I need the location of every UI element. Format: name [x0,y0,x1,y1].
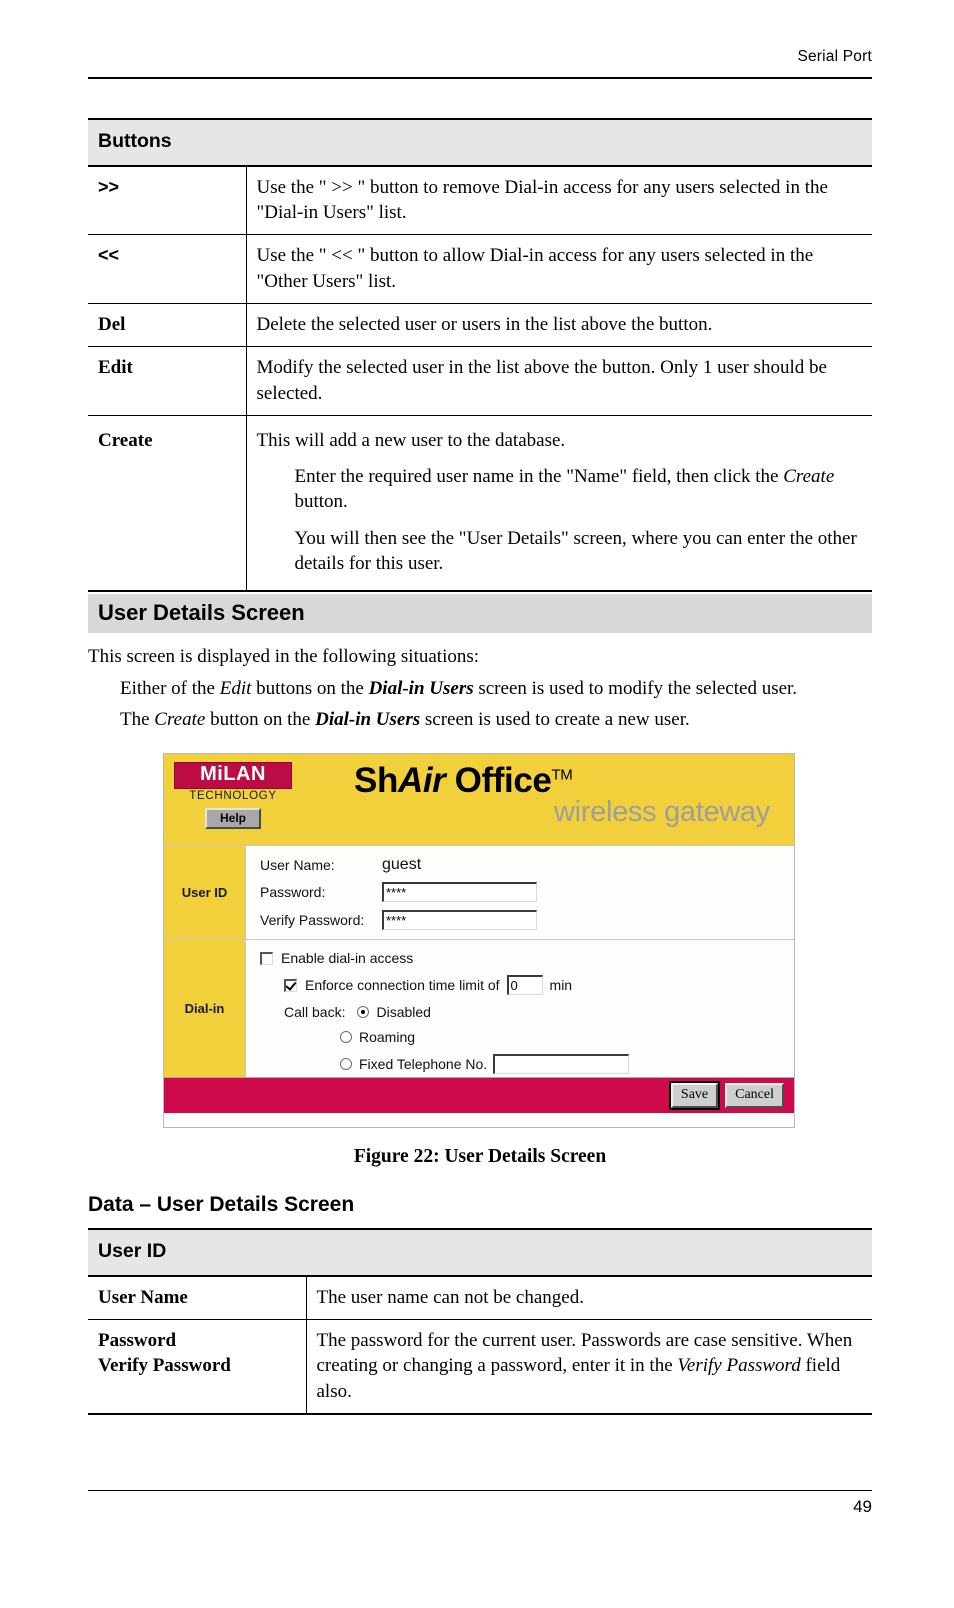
app-footer-bar: Save Cancel [164,1077,794,1113]
callback-row: Call back: Disabled [284,1004,794,1020]
password-label: Password: [260,884,326,900]
section-label-dial-in: Dial-in [164,940,246,1077]
buttons-table-title: Buttons [88,118,872,167]
callback-roaming-label: Roaming [359,1029,416,1045]
callback-fixed-row[interactable]: Fixed Telephone No. [340,1054,794,1074]
product-branding: ShAir OfficeTM wireless gateway [354,761,784,829]
table-row: Del Delete the selected user or users in… [88,303,872,348]
table-header-row: User ID [88,1228,872,1277]
row-key: >> [88,165,247,236]
cancel-button[interactable]: Cancel [725,1083,784,1108]
running-head: Serial Port [797,48,872,65]
footer-rule [88,1490,872,1491]
callback-roaming-row[interactable]: Roaming [340,1029,794,1045]
product-name: ShAir OfficeTM [354,761,573,800]
row-key: Edit [88,346,247,416]
callback-label: Call back: [284,1004,346,1020]
figure-caption: Figure 22: User Details Screen [353,1146,607,1167]
callback-fixed-radio[interactable] [340,1058,352,1070]
row-key: Password Verify Password [88,1319,307,1415]
section-dial-in: Dial-in Enable dial-in access Enforce co… [164,939,794,1077]
callback-roaming-radio[interactable] [340,1031,352,1043]
row-desc: Delete the selected user or users in the… [246,303,872,348]
field-user-name: User Name: guest [260,856,794,874]
row-desc: Modify the selected user in the list abo… [246,346,872,416]
timelimit-input[interactable]: 0 [506,975,543,995]
row-key: User Name [88,1275,307,1321]
callback-fixed-label: Fixed Telephone No. [359,1056,488,1072]
section-user-id: User ID User Name: guest Password: **** … [164,845,794,939]
user-id-data-table: User ID User Name The user name can not … [88,1228,872,1415]
callback-disabled-label: Disabled [376,1004,431,1020]
header-rule [88,77,872,79]
timelimit-unit-label: min [549,977,573,993]
desc-paragraph: You will then see the "User Details" scr… [294,527,857,574]
milan-wordmark: MiLAN [174,762,292,789]
verify-password-label: Verify Password: [260,912,365,928]
section-body-dial-in: Enable dial-in access Enforce connection… [246,940,794,1077]
desc-paragraph: Enter the required user name in the "Nam… [294,466,835,513]
row-key: Del [88,303,247,348]
save-button[interactable]: Save [668,1081,721,1110]
bullet-edit: Either of the Edit buttons on the Dial-i… [120,678,798,699]
table-header-row: Buttons [88,118,872,167]
document-page: Serial Port Buttons >> Use the " >> " bu… [0,0,954,1608]
desc-lead: This will add a new user to the database… [256,429,566,451]
section-intro: This screen is displayed in the followin… [88,646,480,667]
data-section-heading: Data – User Details Screen [88,1193,355,1216]
table-row: >> Use the " >> " button to remove Dial-… [88,165,872,236]
field-verify-password: Verify Password: **** [260,910,794,930]
section-body-user-id: User Name: guest Password: **** Verify P… [246,846,794,939]
milan-tagline: TECHNOLOGY [189,789,277,802]
fixed-telephone-input[interactable] [493,1054,630,1074]
trademark-symbol: TM [551,766,573,784]
password-input[interactable]: **** [382,882,537,902]
row-desc: This will add a new user to the database… [246,415,872,593]
embedded-app-screenshot: MiLAN TECHNOLOGY Help ShAir OfficeTM wir… [163,753,795,1128]
enforce-timelimit-row[interactable]: Enforce connection time limit of 0 min [284,975,794,995]
enable-dialin-row[interactable]: Enable dial-in access [260,950,794,966]
enforce-timelimit-checkbox[interactable] [284,978,297,992]
data-table-title: User ID [88,1228,872,1277]
row-key: Create [88,415,247,593]
page-number: 49 [853,1497,872,1516]
milan-logo: MiLAN TECHNOLOGY Help [174,762,292,829]
bullet-create: The Create button on the Dial-in Users s… [120,709,690,730]
section-heading-user-details: User Details Screen [88,594,872,633]
enforce-timelimit-label: Enforce connection time limit of [305,977,500,993]
user-name-label: User Name: [260,857,335,873]
callback-disabled-radio[interactable] [357,1006,370,1018]
table-row: Password Verify Password The password fo… [88,1319,872,1415]
row-key-line-1: Password [98,1330,177,1352]
table-row: << Use the " << " button to allow Dial-i… [88,234,872,304]
verify-password-input[interactable]: **** [382,910,537,930]
row-desc: The password for the current user. Passw… [306,1319,872,1415]
product-subtitle: wireless gateway [553,795,770,828]
table-row: Create This will add a new user to the d… [88,415,872,593]
buttons-table: Buttons >> Use the " >> " button to remo… [88,118,872,593]
row-desc: The user name can not be changed. [306,1275,872,1321]
help-button[interactable]: Help [205,807,261,829]
table-row: User Name The user name can not be chang… [88,1275,872,1321]
user-name-value: guest [382,856,422,873]
enable-dialin-checkbox[interactable] [260,951,273,965]
row-desc: Use the " >> " button to remove Dial-in … [246,165,872,236]
row-desc: Use the " << " button to allow Dial-in a… [246,234,872,304]
row-key: << [88,234,247,304]
enable-dialin-label: Enable dial-in access [281,950,414,966]
row-key-line-2: Verify Password [98,1355,231,1377]
section-label-user-id: User ID [164,846,246,939]
app-banner: MiLAN TECHNOLOGY Help ShAir OfficeTM wir… [164,754,794,845]
table-row: Edit Modify the selected user in the lis… [88,346,872,416]
field-password: Password: **** [260,882,794,902]
